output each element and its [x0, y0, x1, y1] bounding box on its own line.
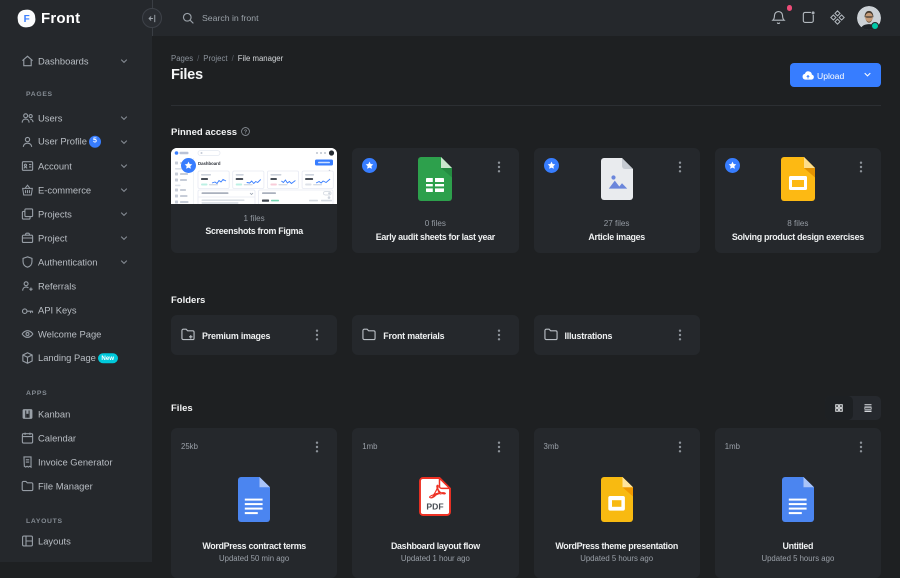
svg-text:F: F: [24, 14, 30, 25]
svg-text:PDF: PDF: [427, 502, 444, 512]
svg-text:Dashboard: Dashboard: [198, 161, 221, 166]
svg-text:?: ?: [244, 129, 247, 135]
